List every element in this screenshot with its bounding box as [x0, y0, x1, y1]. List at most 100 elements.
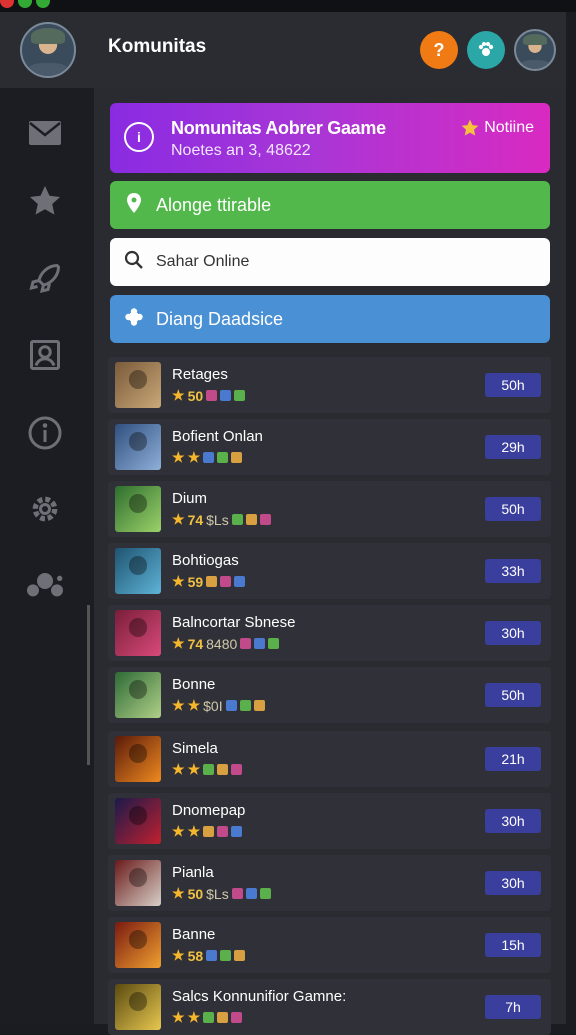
playtime-badge[interactable]: 7h: [485, 995, 541, 1019]
game-extra: 8480: [206, 635, 238, 652]
game-row[interactable]: Bonne ★ ★ $0I 50h: [108, 667, 551, 723]
game-row[interactable]: Banne ★ 58 15h: [108, 917, 551, 973]
achievement-icon: [239, 700, 251, 711]
info-icon: [28, 416, 62, 450]
game-meta: ★ ★: [172, 449, 243, 466]
sidebar-item-settings[interactable]: [20, 484, 70, 534]
game-meta: ★ 58: [172, 947, 246, 964]
game-thumbnail[interactable]: [115, 548, 161, 594]
achievement-icon: [245, 514, 257, 525]
promo-badge[interactable]: Notiine: [460, 118, 534, 138]
game-thumbnail[interactable]: [115, 424, 161, 470]
playtime-badge[interactable]: 29h: [485, 435, 541, 459]
star-icon: ★: [187, 449, 201, 465]
promo-subtitle: Noetes an 3, 48622: [171, 142, 311, 159]
game-extra: $0I: [203, 697, 223, 714]
game-row[interactable]: Bohtiogas ★ 59 33h: [108, 543, 551, 599]
game-rating: 58: [187, 947, 204, 964]
playtime-badge[interactable]: 50h: [485, 683, 541, 707]
game-row[interactable]: Simela ★ ★ 21h: [108, 731, 551, 787]
achievement-icon: [240, 638, 252, 649]
game-title: Dium: [172, 490, 208, 507]
game-thumbnail[interactable]: [115, 672, 161, 718]
playtime-badge[interactable]: 15h: [485, 933, 541, 957]
game-thumbnail[interactable]: [115, 984, 161, 1030]
achievement-icon: [220, 576, 232, 587]
game-title: Bonne: [172, 676, 216, 693]
game-thumbnail[interactable]: [115, 486, 161, 532]
availability-button[interactable]: Alonge ttirable: [110, 181, 550, 229]
achievement-icon: [220, 390, 232, 401]
achievement-icon: [234, 576, 246, 587]
achievement-icon: [268, 638, 280, 649]
sidebar-item-launch[interactable]: [20, 254, 70, 304]
help-button[interactable]: ?: [420, 31, 458, 69]
page-title: Komunitas: [108, 36, 207, 57]
game-thumbnail[interactable]: [115, 860, 161, 906]
achievement-icon: [231, 764, 243, 775]
search-icon: [122, 250, 146, 275]
sidebar-item-info[interactable]: [20, 408, 70, 458]
game-row[interactable]: Salcs Konnunifior Gamne: ★ ★ 7h: [108, 979, 551, 1035]
availability-label: Alonge ttirable: [156, 194, 272, 215]
gear-icon: [32, 496, 58, 522]
sidebar-item-contacts[interactable]: [20, 330, 70, 380]
star-icon: ★: [172, 823, 185, 839]
game-thumbnail[interactable]: [115, 736, 161, 782]
game-thumbnail[interactable]: [115, 798, 161, 844]
achievement-icon: [217, 826, 229, 837]
star-icon: ★: [187, 1009, 201, 1025]
star-icon: ★: [172, 947, 185, 963]
game-meta: ★ 74 8480: [172, 635, 280, 652]
status-dot-green: [18, 0, 32, 8]
game-thumbnail[interactable]: [115, 610, 161, 656]
game-meta: ★ ★ $0I: [172, 697, 265, 714]
playtime-badge[interactable]: 50h: [485, 373, 541, 397]
game-thumbnail[interactable]: [115, 362, 161, 408]
achievement-icon: [254, 638, 266, 649]
status-dot-red: [0, 0, 14, 8]
game-meta: ★ ★: [172, 1009, 243, 1026]
search-input[interactable]: Sahar Online: [156, 253, 249, 271]
game-row[interactable]: Dnomepap ★ ★ 30h: [108, 793, 551, 849]
game-row[interactable]: Balncortar Sbnese ★ 74 8480 30h: [108, 605, 551, 661]
star-icon: [461, 119, 479, 136]
achievement-icon: [206, 950, 218, 961]
game-thumbnail[interactable]: [115, 922, 161, 968]
achievement-icon: [220, 950, 232, 961]
achievement-icon: [203, 1012, 215, 1023]
game-row[interactable]: Bofient Onlan ★ ★ 29h: [108, 419, 551, 475]
achievement-icon: [217, 764, 229, 775]
sidebar-item-mail[interactable]: [20, 108, 70, 158]
game-row[interactable]: Pianla ★ 50 $Ls 30h: [108, 855, 551, 911]
achievement-icon: [203, 452, 215, 463]
game-title: Retages: [172, 366, 228, 383]
sidebar-item-favorites[interactable]: [20, 176, 70, 226]
playtime-badge[interactable]: 33h: [485, 559, 541, 583]
playtime-badge[interactable]: 21h: [485, 747, 541, 771]
sidebar-item-games[interactable]: [20, 560, 70, 610]
game-meta: ★ 50 $Ls: [172, 885, 271, 902]
location-pin-icon: [122, 192, 146, 219]
puzzle-icon: [122, 307, 146, 332]
playtime-badge[interactable]: 30h: [485, 621, 541, 645]
playtime-badge[interactable]: 50h: [485, 497, 541, 521]
contacts-icon: [30, 340, 60, 370]
apps-button[interactable]: [467, 31, 505, 69]
achievement-icon: [206, 390, 218, 401]
profile-avatar[interactable]: [20, 22, 76, 78]
game-title: Banne: [172, 926, 216, 943]
search-field[interactable]: Sahar Online: [110, 238, 550, 286]
user-avatar[interactable]: [514, 29, 556, 71]
playtime-badge[interactable]: 30h: [485, 809, 541, 833]
game-row[interactable]: Retages ★ 50 50h: [108, 357, 551, 413]
game-row[interactable]: Dium ★ 74 $Ls 50h: [108, 481, 551, 537]
game-extra: $Ls: [206, 511, 229, 528]
playtime-badge[interactable]: 30h: [485, 871, 541, 895]
sidebar: [0, 88, 94, 1024]
sidebar-scrollbar[interactable]: [87, 605, 90, 765]
dashboard-button[interactable]: Diang Daadsice: [110, 295, 550, 343]
achievement-icon: [217, 1012, 229, 1023]
star-icon: ★: [172, 697, 185, 713]
promo-banner[interactable]: i Nomunitas Aobrer Gaame Noetes an 3, 48…: [110, 103, 550, 173]
